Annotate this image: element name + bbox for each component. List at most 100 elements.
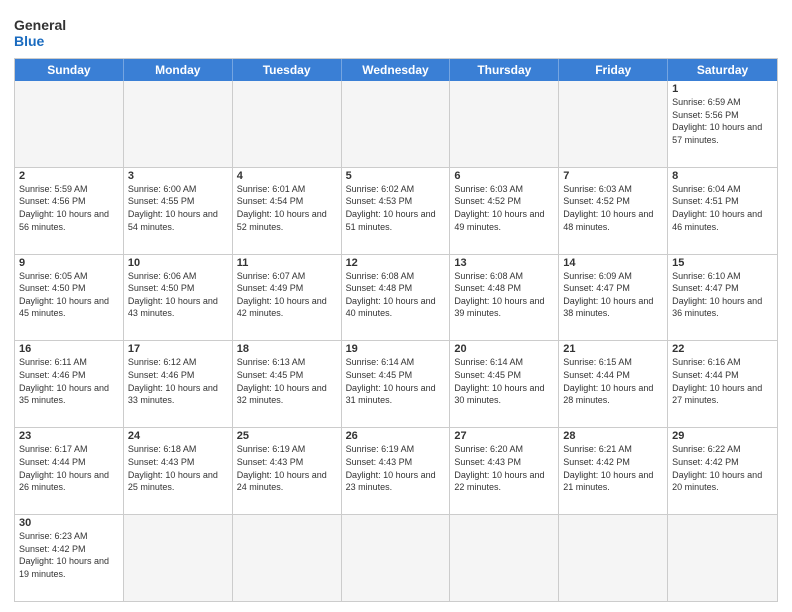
day-info: Sunrise: 6:16 AM Sunset: 4:44 PM Dayligh… [672, 356, 773, 406]
day-info: Sunrise: 6:14 AM Sunset: 4:45 PM Dayligh… [346, 356, 446, 406]
week-row: 30Sunrise: 6:23 AM Sunset: 4:42 PM Dayli… [15, 515, 777, 601]
day-info: Sunrise: 6:11 AM Sunset: 4:46 PM Dayligh… [19, 356, 119, 406]
day-cell [124, 515, 233, 601]
day-number: 18 [237, 343, 337, 355]
day-number: 15 [672, 257, 773, 269]
day-headers: SundayMondayTuesdayWednesdayThursdayFrid… [15, 59, 777, 81]
day-number: 4 [237, 170, 337, 182]
day-number: 28 [563, 430, 663, 442]
svg-text:Blue: Blue [14, 33, 45, 49]
day-cell: 4Sunrise: 6:01 AM Sunset: 4:54 PM Daylig… [233, 168, 342, 254]
day-cell: 2Sunrise: 5:59 AM Sunset: 4:56 PM Daylig… [15, 168, 124, 254]
page-header: General Blue [14, 10, 778, 52]
day-info: Sunrise: 6:17 AM Sunset: 4:44 PM Dayligh… [19, 443, 119, 493]
day-cell: 26Sunrise: 6:19 AM Sunset: 4:43 PM Dayli… [342, 428, 451, 514]
day-info: Sunrise: 5:59 AM Sunset: 4:56 PM Dayligh… [19, 183, 119, 233]
day-cell: 14Sunrise: 6:09 AM Sunset: 4:47 PM Dayli… [559, 255, 668, 341]
day-number: 21 [563, 343, 663, 355]
day-cell [559, 81, 668, 167]
day-cell: 16Sunrise: 6:11 AM Sunset: 4:46 PM Dayli… [15, 341, 124, 427]
day-info: Sunrise: 6:20 AM Sunset: 4:43 PM Dayligh… [454, 443, 554, 493]
day-info: Sunrise: 6:08 AM Sunset: 4:48 PM Dayligh… [454, 270, 554, 320]
day-cell: 29Sunrise: 6:22 AM Sunset: 4:42 PM Dayli… [668, 428, 777, 514]
day-info: Sunrise: 6:19 AM Sunset: 4:43 PM Dayligh… [346, 443, 446, 493]
day-cell: 1Sunrise: 6:59 AM Sunset: 5:56 PM Daylig… [668, 81, 777, 167]
day-cell: 22Sunrise: 6:16 AM Sunset: 4:44 PM Dayli… [668, 341, 777, 427]
day-cell [15, 81, 124, 167]
day-number: 16 [19, 343, 119, 355]
day-cell: 30Sunrise: 6:23 AM Sunset: 4:42 PM Dayli… [15, 515, 124, 601]
day-cell: 10Sunrise: 6:06 AM Sunset: 4:50 PM Dayli… [124, 255, 233, 341]
day-cell [124, 81, 233, 167]
day-info: Sunrise: 6:03 AM Sunset: 4:52 PM Dayligh… [454, 183, 554, 233]
day-cell: 6Sunrise: 6:03 AM Sunset: 4:52 PM Daylig… [450, 168, 559, 254]
day-info: Sunrise: 6:14 AM Sunset: 4:45 PM Dayligh… [454, 356, 554, 406]
day-number: 1 [672, 83, 773, 95]
day-cell: 24Sunrise: 6:18 AM Sunset: 4:43 PM Dayli… [124, 428, 233, 514]
day-info: Sunrise: 6:01 AM Sunset: 4:54 PM Dayligh… [237, 183, 337, 233]
day-info: Sunrise: 6:04 AM Sunset: 4:51 PM Dayligh… [672, 183, 773, 233]
day-header-wednesday: Wednesday [342, 59, 451, 81]
day-cell: 3Sunrise: 6:00 AM Sunset: 4:55 PM Daylig… [124, 168, 233, 254]
day-number: 19 [346, 343, 446, 355]
day-number: 11 [237, 257, 337, 269]
day-header-thursday: Thursday [450, 59, 559, 81]
day-number: 3 [128, 170, 228, 182]
logo: General Blue [14, 14, 66, 52]
day-cell: 17Sunrise: 6:12 AM Sunset: 4:46 PM Dayli… [124, 341, 233, 427]
day-info: Sunrise: 6:59 AM Sunset: 5:56 PM Dayligh… [672, 96, 773, 146]
day-cell: 15Sunrise: 6:10 AM Sunset: 4:47 PM Dayli… [668, 255, 777, 341]
day-info: Sunrise: 6:22 AM Sunset: 4:42 PM Dayligh… [672, 443, 773, 493]
day-cell [450, 515, 559, 601]
day-header-tuesday: Tuesday [233, 59, 342, 81]
day-cell [450, 81, 559, 167]
svg-text:General: General [14, 17, 66, 33]
day-number: 30 [19, 517, 119, 529]
day-info: Sunrise: 6:13 AM Sunset: 4:45 PM Dayligh… [237, 356, 337, 406]
day-header-friday: Friday [559, 59, 668, 81]
day-cell: 25Sunrise: 6:19 AM Sunset: 4:43 PM Dayli… [233, 428, 342, 514]
day-number: 8 [672, 170, 773, 182]
day-info: Sunrise: 6:06 AM Sunset: 4:50 PM Dayligh… [128, 270, 228, 320]
day-number: 22 [672, 343, 773, 355]
day-header-saturday: Saturday [668, 59, 777, 81]
day-info: Sunrise: 6:05 AM Sunset: 4:50 PM Dayligh… [19, 270, 119, 320]
day-cell: 12Sunrise: 6:08 AM Sunset: 4:48 PM Dayli… [342, 255, 451, 341]
day-cell: 11Sunrise: 6:07 AM Sunset: 4:49 PM Dayli… [233, 255, 342, 341]
day-info: Sunrise: 6:23 AM Sunset: 4:42 PM Dayligh… [19, 530, 119, 580]
day-number: 12 [346, 257, 446, 269]
day-header-sunday: Sunday [15, 59, 124, 81]
day-cell: 23Sunrise: 6:17 AM Sunset: 4:44 PM Dayli… [15, 428, 124, 514]
generalblue-logo: General Blue [14, 14, 66, 52]
day-number: 5 [346, 170, 446, 182]
day-cell: 9Sunrise: 6:05 AM Sunset: 4:50 PM Daylig… [15, 255, 124, 341]
day-cell [233, 81, 342, 167]
day-cell: 7Sunrise: 6:03 AM Sunset: 4:52 PM Daylig… [559, 168, 668, 254]
day-cell [233, 515, 342, 601]
calendar: SundayMondayTuesdayWednesdayThursdayFrid… [14, 58, 778, 602]
day-info: Sunrise: 6:10 AM Sunset: 4:47 PM Dayligh… [672, 270, 773, 320]
week-row: 16Sunrise: 6:11 AM Sunset: 4:46 PM Dayli… [15, 341, 777, 428]
day-number: 13 [454, 257, 554, 269]
day-info: Sunrise: 6:07 AM Sunset: 4:49 PM Dayligh… [237, 270, 337, 320]
week-row: 9Sunrise: 6:05 AM Sunset: 4:50 PM Daylig… [15, 255, 777, 342]
day-info: Sunrise: 6:03 AM Sunset: 4:52 PM Dayligh… [563, 183, 663, 233]
day-number: 27 [454, 430, 554, 442]
day-info: Sunrise: 6:18 AM Sunset: 4:43 PM Dayligh… [128, 443, 228, 493]
day-number: 10 [128, 257, 228, 269]
day-info: Sunrise: 6:19 AM Sunset: 4:43 PM Dayligh… [237, 443, 337, 493]
day-info: Sunrise: 6:21 AM Sunset: 4:42 PM Dayligh… [563, 443, 663, 493]
day-number: 26 [346, 430, 446, 442]
day-number: 23 [19, 430, 119, 442]
day-info: Sunrise: 6:00 AM Sunset: 4:55 PM Dayligh… [128, 183, 228, 233]
day-cell: 13Sunrise: 6:08 AM Sunset: 4:48 PM Dayli… [450, 255, 559, 341]
week-row: 23Sunrise: 6:17 AM Sunset: 4:44 PM Dayli… [15, 428, 777, 515]
week-row: 2Sunrise: 5:59 AM Sunset: 4:56 PM Daylig… [15, 168, 777, 255]
day-info: Sunrise: 6:02 AM Sunset: 4:53 PM Dayligh… [346, 183, 446, 233]
day-cell [342, 81, 451, 167]
day-info: Sunrise: 6:15 AM Sunset: 4:44 PM Dayligh… [563, 356, 663, 406]
day-cell: 19Sunrise: 6:14 AM Sunset: 4:45 PM Dayli… [342, 341, 451, 427]
day-cell: 5Sunrise: 6:02 AM Sunset: 4:53 PM Daylig… [342, 168, 451, 254]
day-cell: 8Sunrise: 6:04 AM Sunset: 4:51 PM Daylig… [668, 168, 777, 254]
day-cell: 21Sunrise: 6:15 AM Sunset: 4:44 PM Dayli… [559, 341, 668, 427]
